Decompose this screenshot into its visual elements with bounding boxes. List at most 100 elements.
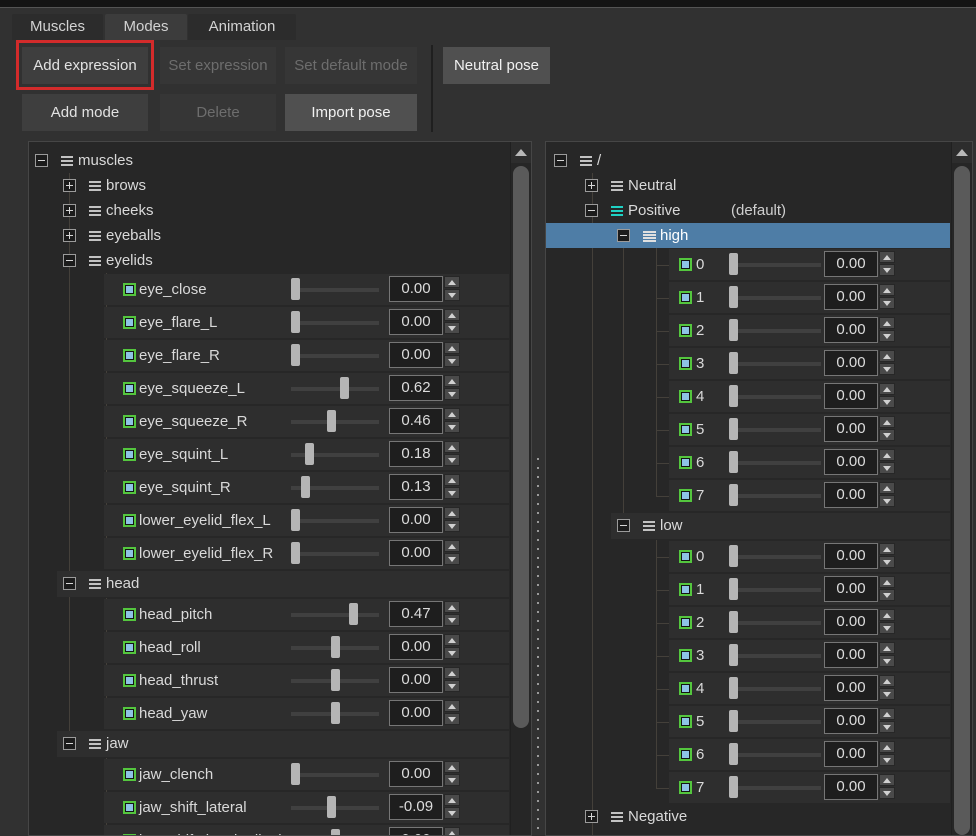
channel-checkbox-icon[interactable] (123, 448, 136, 461)
channel-checkbox-icon[interactable] (123, 283, 136, 296)
tree-leaf-row-4[interactable]: 40.00 (546, 672, 951, 705)
value-field[interactable]: 0.00 (824, 642, 878, 668)
channel-checkbox-icon[interactable] (123, 768, 136, 781)
slider-handle[interactable] (729, 418, 738, 440)
slider-handle[interactable] (729, 578, 738, 600)
expand-toggle-icon[interactable] (63, 204, 76, 217)
spin-up-button[interactable] (879, 774, 895, 786)
spin-down-button[interactable] (444, 774, 460, 786)
slider-handle[interactable] (331, 702, 340, 724)
panel-splitter-handle[interactable] (537, 458, 539, 832)
spin-down-button[interactable] (444, 421, 460, 433)
slider-handle[interactable] (301, 476, 310, 498)
channel-checkbox-icon[interactable] (679, 489, 692, 502)
tree-group-row-eyeballs[interactable]: eyeballs (29, 223, 510, 248)
slider-handle[interactable] (729, 451, 738, 473)
tree-leaf-row-lower-eyelid-flex-r[interactable]: lower_eyelid_flex_R0.00 (29, 537, 510, 570)
value-field[interactable]: 0.00 (824, 708, 878, 734)
spin-up-button[interactable] (444, 601, 460, 613)
value-field[interactable]: 0.13 (389, 474, 443, 500)
channel-checkbox-icon[interactable] (679, 357, 692, 370)
value-field[interactable]: 0.00 (824, 449, 878, 475)
value-field[interactable]: 0.00 (824, 350, 878, 376)
value-field[interactable]: 0.00 (389, 507, 443, 533)
value-field[interactable]: 0.00 (824, 609, 878, 635)
spin-down-button[interactable] (879, 462, 895, 474)
slider-handle[interactable] (729, 776, 738, 798)
slider-track[interactable] (291, 773, 379, 777)
spin-up-button[interactable] (444, 342, 460, 354)
value-field[interactable]: 0.00 (824, 741, 878, 767)
spin-down-button[interactable] (444, 680, 460, 692)
value-field[interactable]: 0.00 (389, 540, 443, 566)
slider-handle[interactable] (331, 669, 340, 691)
tree-leaf-row-lower-eyelid-flex-l[interactable]: lower_eyelid_flex_L0.00 (29, 504, 510, 537)
tree-leaf-row-7[interactable]: 70.00 (546, 479, 951, 512)
collapse-toggle-icon[interactable] (617, 229, 630, 242)
tree-group-row-head[interactable]: head (29, 570, 510, 598)
expand-toggle-icon[interactable] (63, 229, 76, 242)
spin-up-button[interactable] (879, 449, 895, 461)
hamburger-icon[interactable] (580, 156, 592, 166)
spin-up-button[interactable] (879, 317, 895, 329)
channel-checkbox-icon[interactable] (679, 390, 692, 403)
slider-handle[interactable] (729, 644, 738, 666)
tab-modes[interactable]: Modes (105, 14, 187, 40)
tree-leaf-row-eye-close[interactable]: eye_close0.00 (29, 273, 510, 306)
tree-group-row-jaw[interactable]: jaw (29, 730, 510, 758)
tree-leaf-row-eye-flare-r[interactable]: eye_flare_R0.00 (29, 339, 510, 372)
tree-leaf-row-jaw-clench[interactable]: jaw_clench0.00 (29, 758, 510, 791)
channel-checkbox-icon[interactable] (123, 547, 136, 560)
slider-track[interactable] (729, 362, 821, 366)
value-field[interactable]: 0.46 (389, 408, 443, 434)
value-field[interactable]: 0.00 (389, 667, 443, 693)
spin-down-button[interactable] (879, 495, 895, 507)
slider-handle[interactable] (291, 763, 300, 785)
spin-up-button[interactable] (879, 482, 895, 494)
hamburger-icon[interactable] (89, 256, 101, 266)
slider-handle[interactable] (729, 545, 738, 567)
tree-leaf-row-6[interactable]: 60.00 (546, 738, 951, 771)
tree-group-row-neutral[interactable]: Neutral (546, 173, 951, 198)
collapse-toggle-icon[interactable] (35, 154, 48, 167)
slider-handle[interactable] (729, 253, 738, 275)
tree-leaf-row-eye-squint-r[interactable]: eye_squint_R0.13 (29, 471, 510, 504)
slider-handle[interactable] (729, 611, 738, 633)
slider-track[interactable] (291, 321, 379, 325)
value-field[interactable]: 0.18 (389, 441, 443, 467)
expand-toggle-icon[interactable] (585, 179, 598, 192)
spin-up-button[interactable] (444, 794, 460, 806)
spin-down-button[interactable] (879, 622, 895, 634)
spin-up-button[interactable] (879, 284, 895, 296)
channel-checkbox-icon[interactable] (679, 258, 692, 271)
left-scrollbar-up-button[interactable] (511, 142, 531, 163)
value-field[interactable]: 0.00 (389, 342, 443, 368)
spin-down-button[interactable] (879, 556, 895, 568)
channel-checkbox-icon[interactable] (679, 649, 692, 662)
spin-up-button[interactable] (879, 543, 895, 555)
slider-track[interactable] (291, 453, 379, 457)
slider-handle[interactable] (729, 319, 738, 341)
spin-up-button[interactable] (444, 540, 460, 552)
tree-leaf-row-6[interactable]: 60.00 (546, 446, 951, 479)
spin-up-button[interactable] (444, 761, 460, 773)
tree-leaf-row-4[interactable]: 40.00 (546, 380, 951, 413)
value-field[interactable]: 0.00 (824, 482, 878, 508)
right-scrollbar-thumb[interactable] (954, 166, 970, 835)
channel-checkbox-icon[interactable] (679, 583, 692, 596)
spin-down-button[interactable] (879, 297, 895, 309)
slider-track[interactable] (291, 288, 379, 292)
spin-down-button[interactable] (444, 355, 460, 367)
right-scrollbar[interactable] (951, 142, 972, 835)
value-field[interactable]: 0.00 (824, 576, 878, 602)
expand-toggle-icon[interactable] (585, 810, 598, 823)
hamburger-icon[interactable] (89, 739, 101, 749)
spin-up-button[interactable] (879, 708, 895, 720)
slider-track[interactable] (729, 786, 821, 790)
slider-handle[interactable] (291, 509, 300, 531)
slider-handle[interactable] (291, 344, 300, 366)
value-field[interactable]: 0.00 (824, 317, 878, 343)
spin-up-button[interactable] (879, 383, 895, 395)
spin-up-button[interactable] (444, 441, 460, 453)
value-field[interactable]: 0.00 (824, 675, 878, 701)
